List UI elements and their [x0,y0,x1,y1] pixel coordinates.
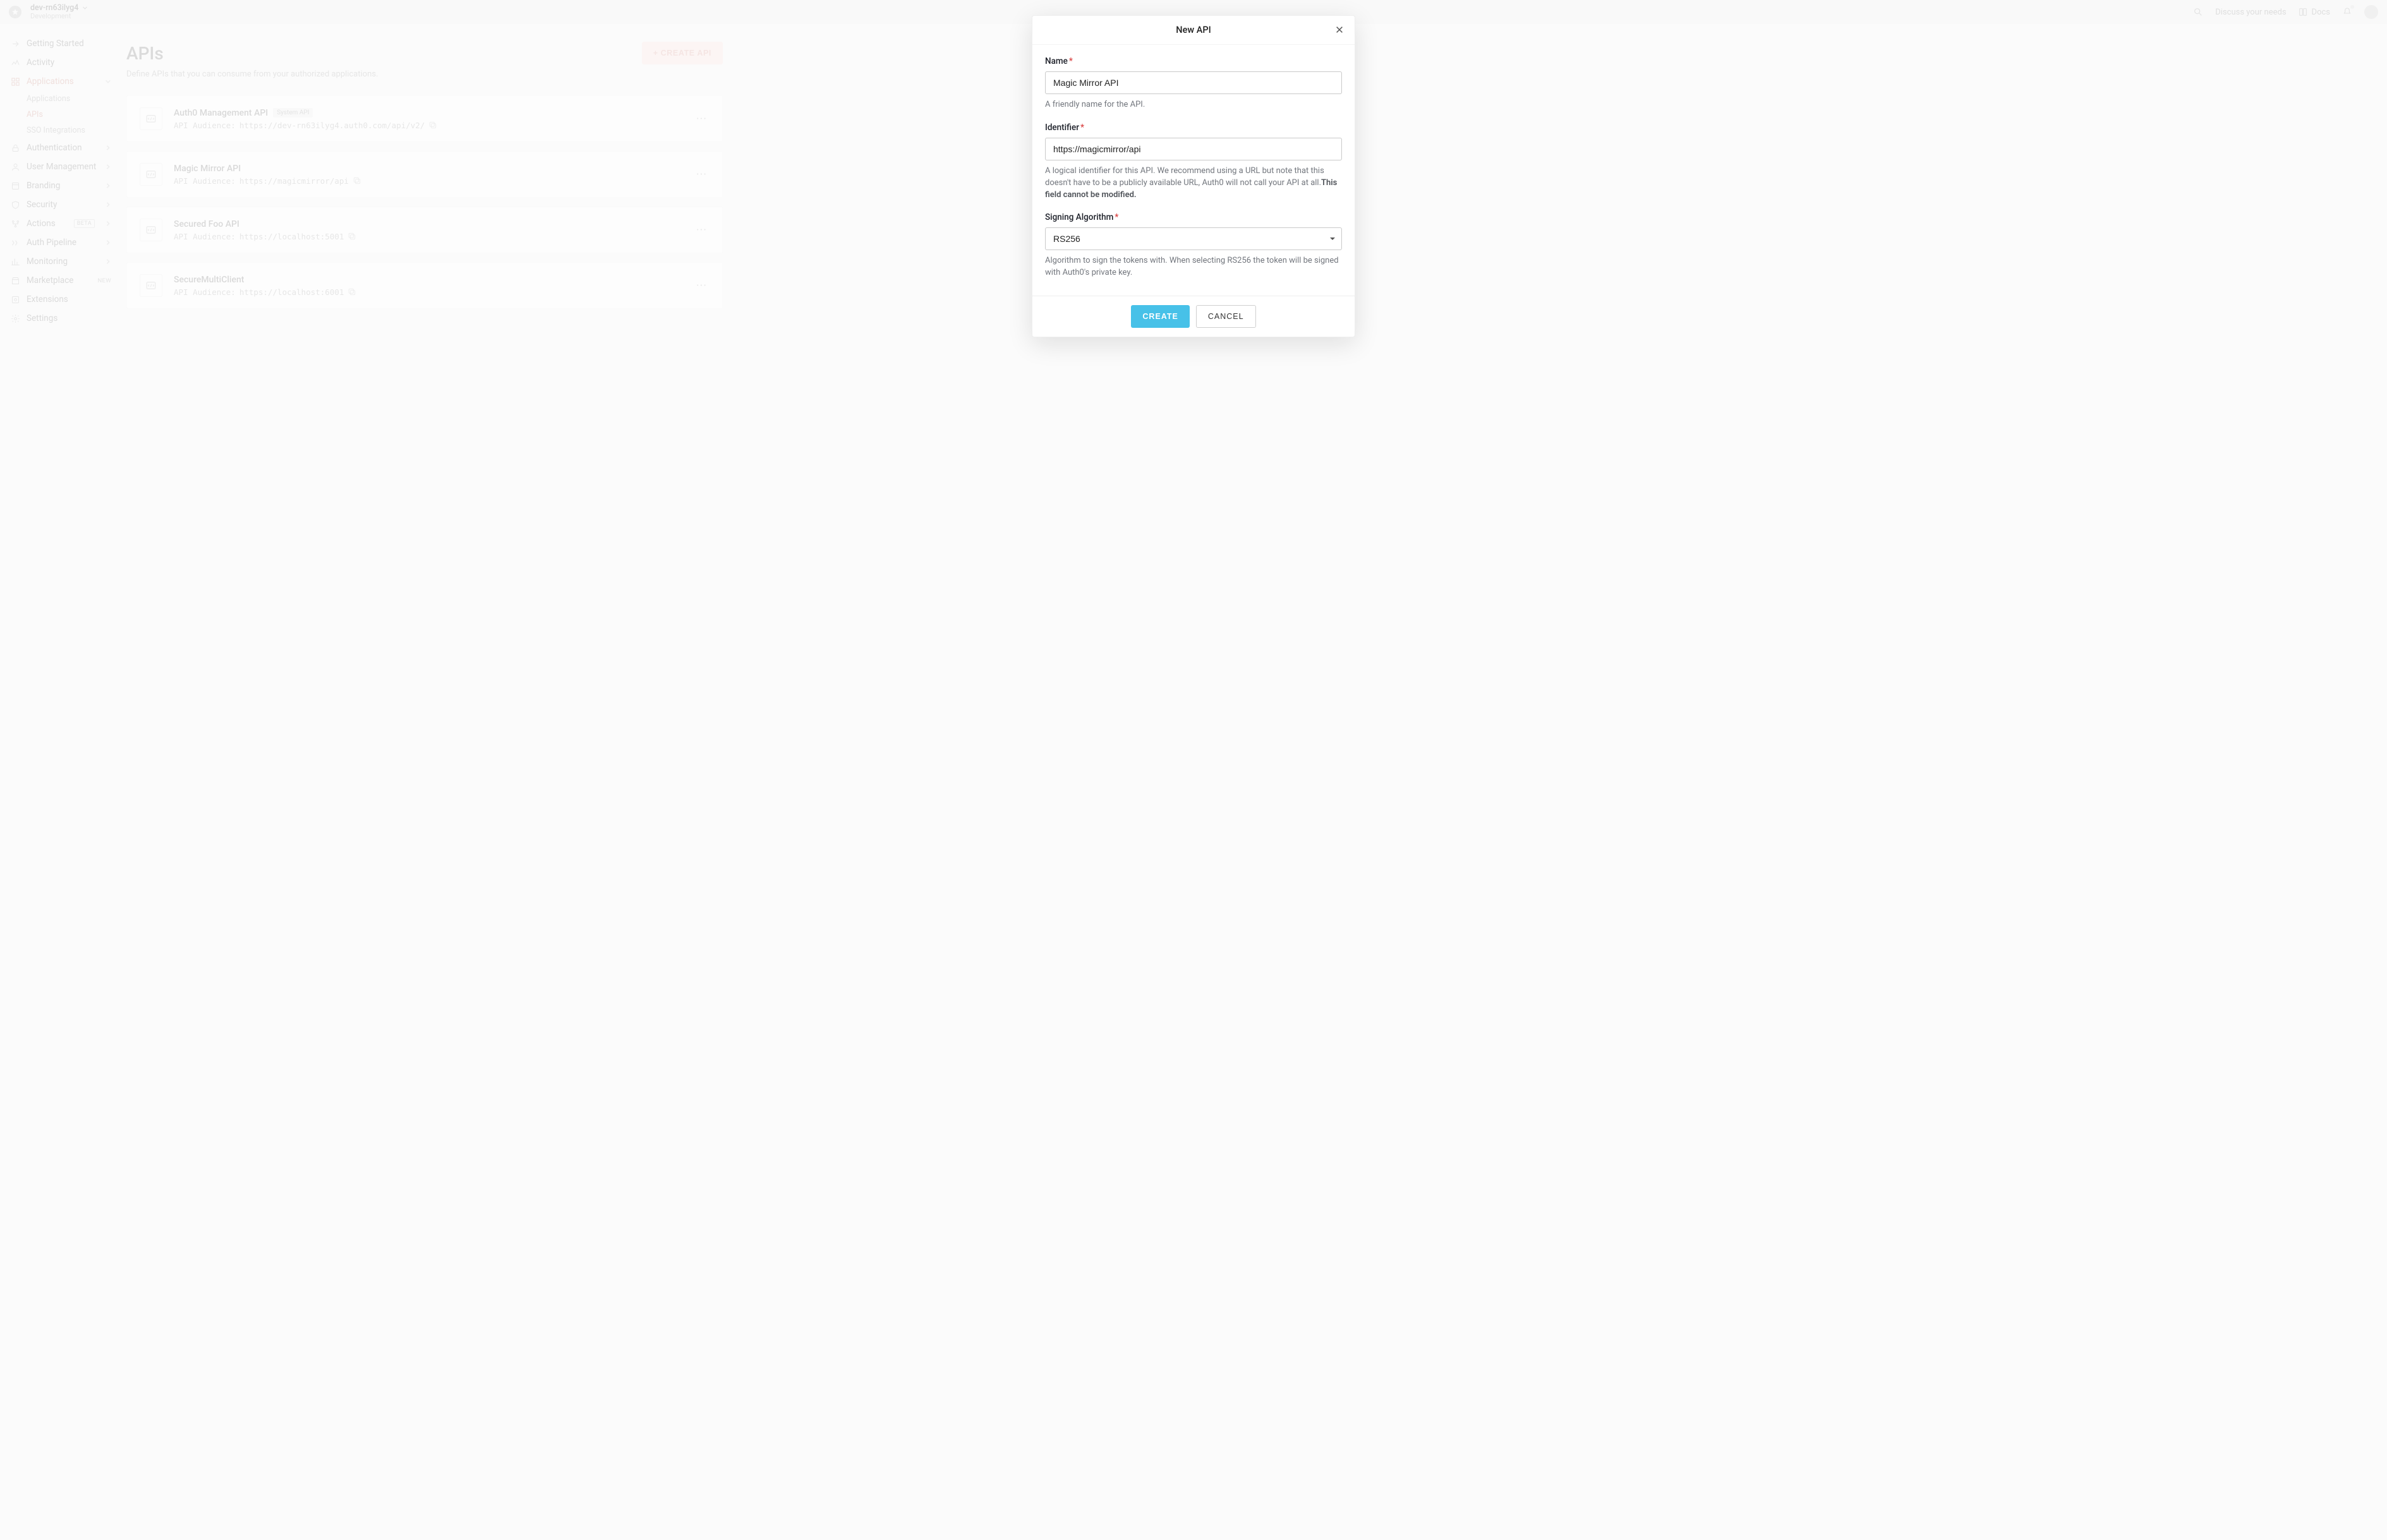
algo-help: Algorithm to sign the tokens with. When … [1045,255,1342,279]
close-button[interactable] [1333,23,1346,36]
name-input[interactable] [1045,71,1342,94]
identifier-input[interactable] [1045,138,1342,160]
name-help: A friendly name for the API. [1045,99,1342,111]
close-icon [1335,25,1344,34]
name-label: Name* [1045,56,1342,66]
create-button[interactable]: CREATE [1131,305,1189,328]
modal-title: New API [1176,25,1211,35]
algo-select[interactable]: RS256 [1045,227,1342,250]
required-star: * [1069,56,1073,66]
identifier-help: A logical identifier for this API. We re… [1045,165,1342,202]
cancel-button[interactable]: CANCEL [1196,305,1256,328]
new-api-modal: New API Name* A friendly name for the AP… [1032,15,1355,337]
required-star: * [1080,123,1084,133]
modal-overlay[interactable]: New API Name* A friendly name for the AP… [0,0,2387,1540]
required-star: * [1115,212,1118,222]
algo-label: Signing Algorithm* [1045,212,1342,222]
identifier-label: Identifier* [1045,123,1342,133]
